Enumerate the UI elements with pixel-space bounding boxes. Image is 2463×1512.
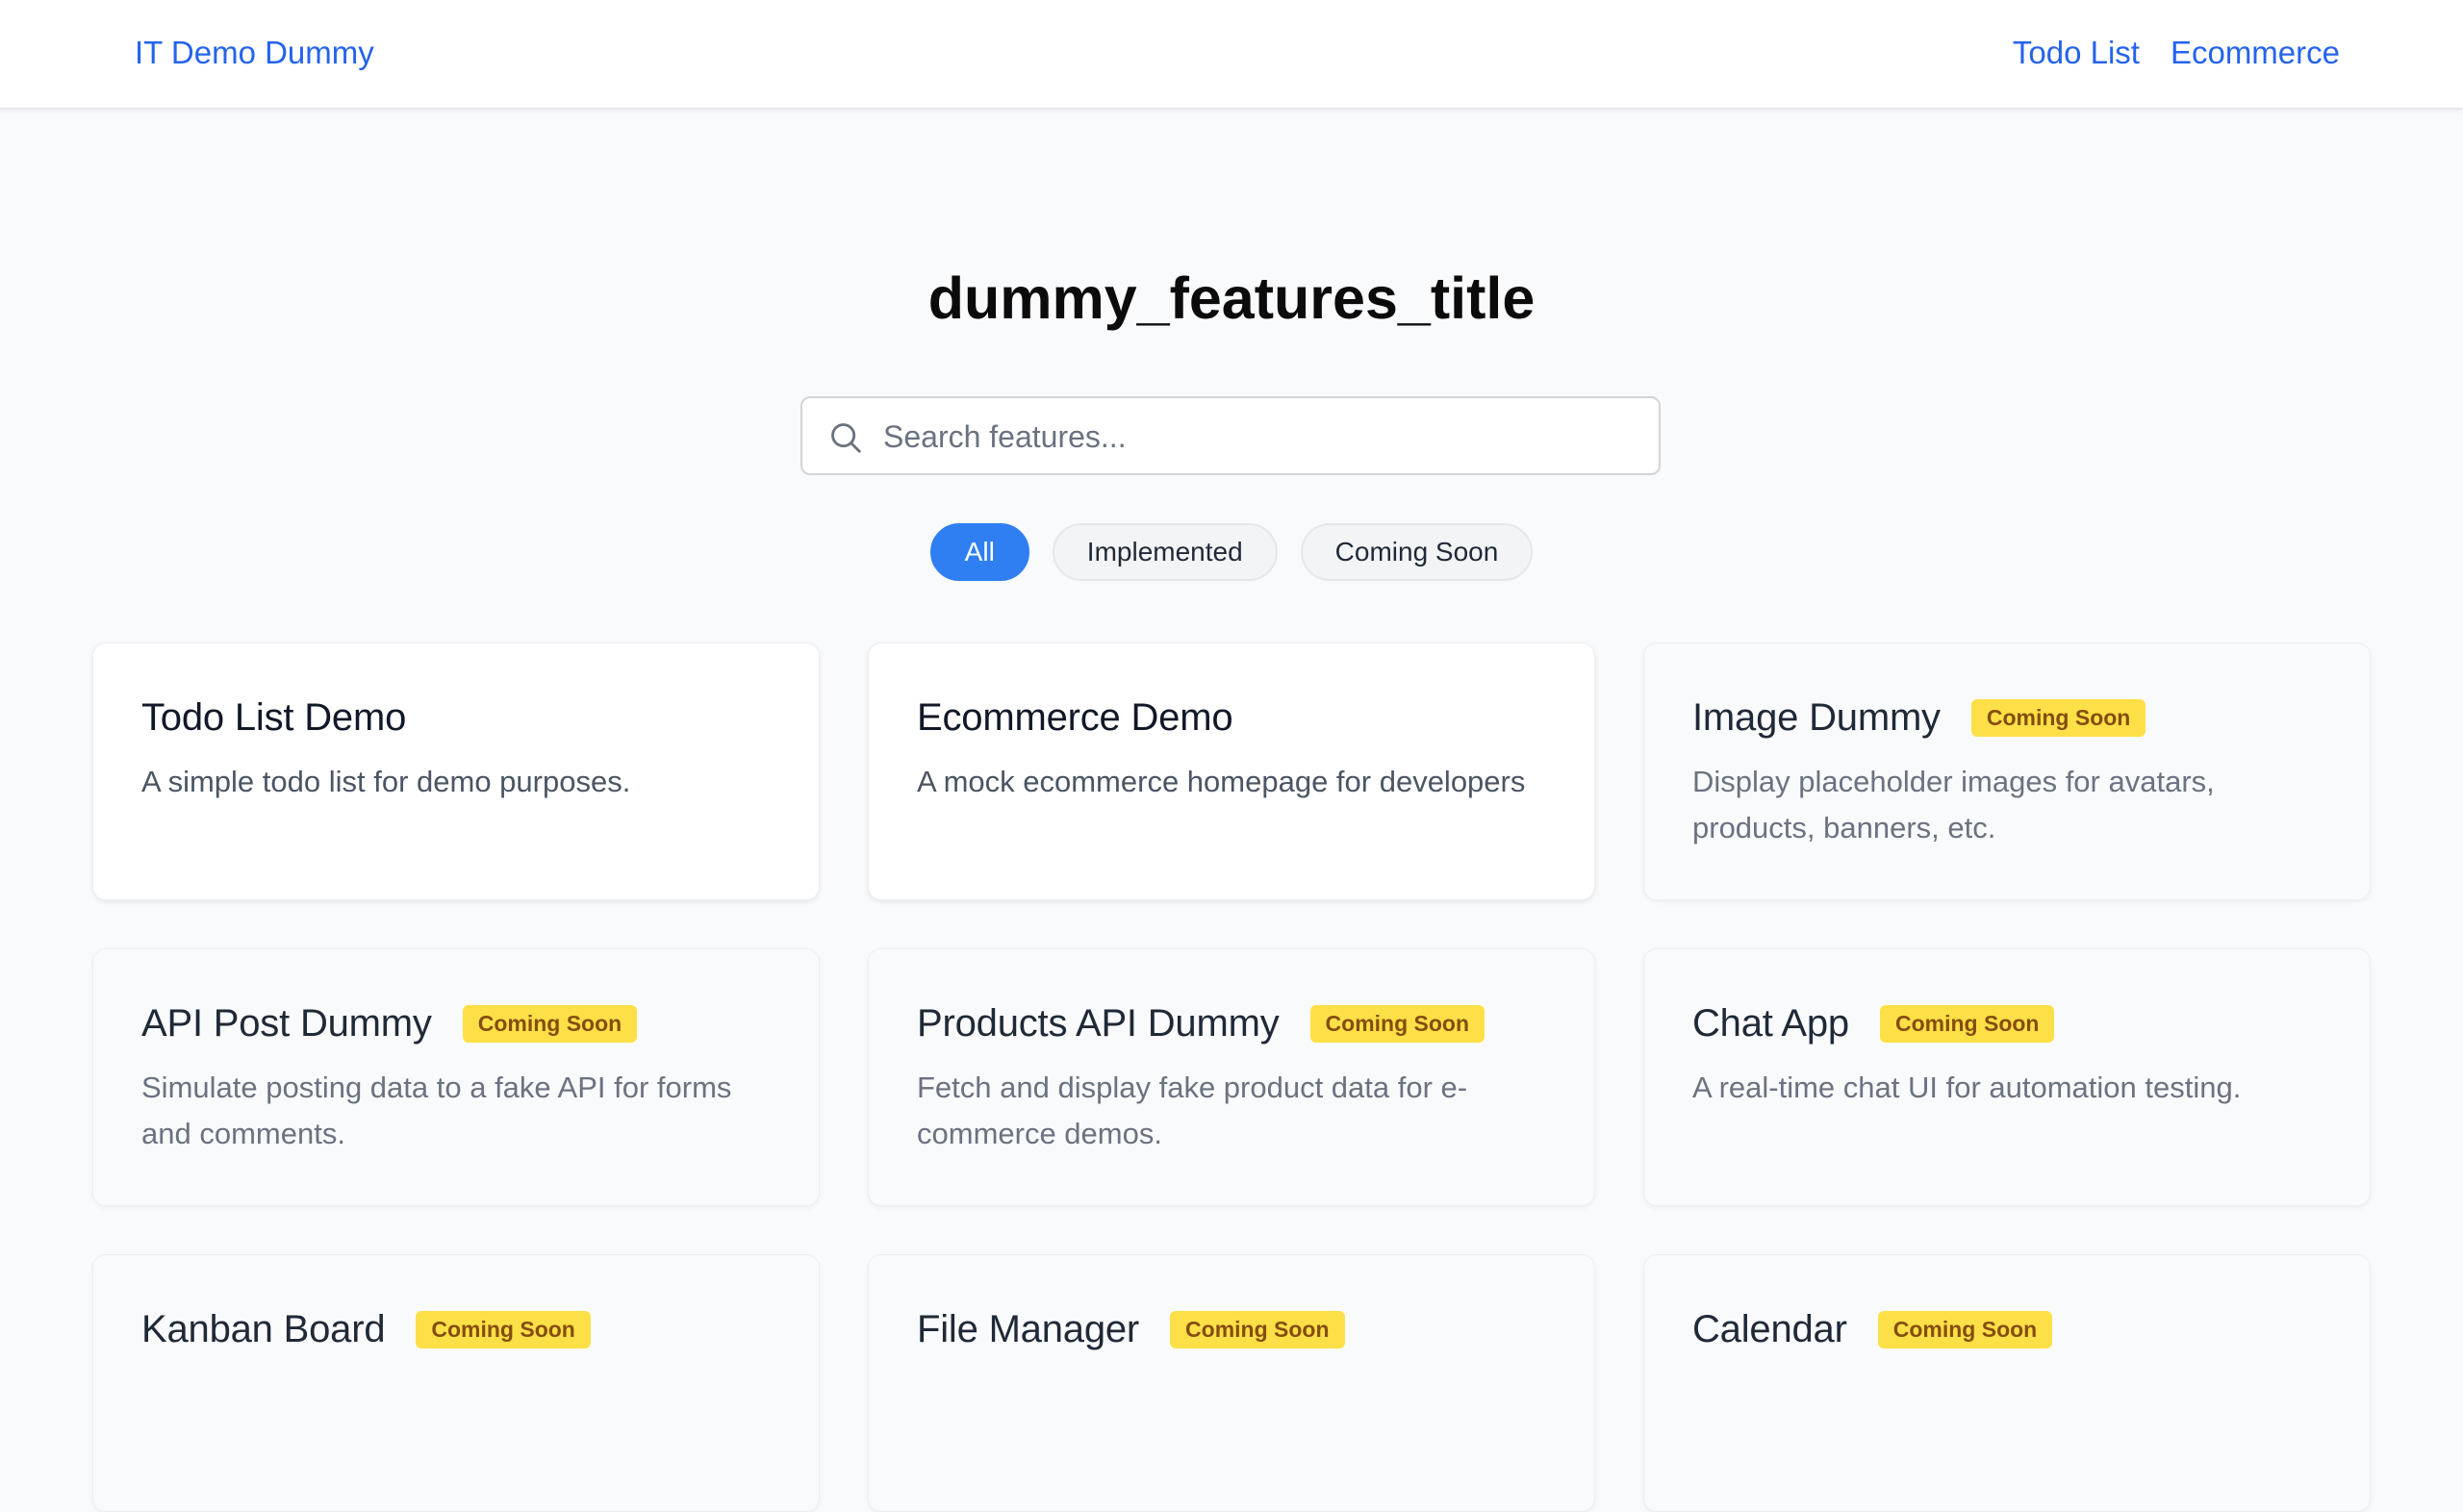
card-header: API Post Dummy Coming Soon <box>141 999 771 1047</box>
filter-coming-soon-button[interactable]: Coming Soon <box>1300 523 1534 581</box>
filter-implemented-button[interactable]: Implemented <box>1052 523 1278 581</box>
card-header: Calendar Coming Soon <box>1692 1305 2322 1353</box>
card-description: A simple todo list for demo purposes. <box>141 765 631 798</box>
feature-card-api-post-dummy[interactable]: API Post Dummy Coming Soon Simulate post… <box>92 948 820 1206</box>
feature-card-chat-app[interactable]: Chat App Coming Soon A real-time chat UI… <box>1643 948 2371 1206</box>
feature-card-ecommerce[interactable]: Ecommerce Demo A mock ecommerce homepage… <box>868 643 1595 900</box>
page-title: dummy_features_title <box>927 265 1536 331</box>
coming-soon-badge: Coming Soon <box>1170 1310 1345 1348</box>
card-description: Display placeholder images for avatars, … <box>1692 765 2215 844</box>
feature-grid: Todo List Demo A simple todo list for de… <box>92 643 2371 1512</box>
card-title: Todo List Demo <box>141 695 407 739</box>
coming-soon-badge: Coming Soon <box>1309 1004 1485 1043</box>
nav-link-todo-list[interactable]: Todo List <box>2013 35 2140 71</box>
card-description: Simulate posting data to a fake API for … <box>141 1071 732 1150</box>
coming-soon-badge: Coming Soon <box>1879 1004 2055 1043</box>
coming-soon-badge: Coming Soon <box>1877 1310 2053 1348</box>
card-title: Image Dummy <box>1692 695 1941 739</box>
card-description: A real-time chat UI for automation testi… <box>1692 1071 2242 1104</box>
card-header: Ecommerce Demo <box>917 693 1546 742</box>
card-header: Todo List Demo <box>141 693 771 742</box>
feature-card-kanban-board[interactable]: Kanban Board Coming Soon <box>92 1254 820 1512</box>
top-nav: Todo List Ecommerce <box>2013 35 2340 71</box>
card-title: API Post Dummy <box>141 1001 432 1045</box>
card-description: A mock ecommerce homepage for developers <box>917 765 1526 798</box>
feature-card-calendar[interactable]: Calendar Coming Soon <box>1643 1254 2371 1512</box>
brand-link[interactable]: IT Demo Dummy <box>135 35 374 71</box>
card-header: Chat App Coming Soon <box>1692 999 2322 1047</box>
card-header: Kanban Board Coming Soon <box>141 1305 771 1353</box>
top-navbar: IT Demo Dummy Todo List Ecommerce <box>0 0 2463 110</box>
card-title: Calendar <box>1692 1307 1847 1350</box>
feature-card-products-api-dummy[interactable]: Products API Dummy Coming Soon Fetch and… <box>868 948 1595 1206</box>
card-title: Ecommerce Demo <box>917 695 1233 739</box>
feature-card-file-manager[interactable]: File Manager Coming Soon <box>868 1254 1595 1512</box>
card-title: Products API Dummy <box>917 1001 1280 1045</box>
coming-soon-badge: Coming Soon <box>462 1004 638 1043</box>
card-title: File Manager <box>917 1307 1140 1350</box>
card-header: File Manager Coming Soon <box>917 1305 1546 1353</box>
search-box <box>800 396 1661 475</box>
feature-card-image-dummy[interactable]: Image Dummy Coming Soon Display placehol… <box>1643 643 2371 900</box>
feature-card-todo-list[interactable]: Todo List Demo A simple todo list for de… <box>92 643 820 900</box>
coming-soon-badge: Coming Soon <box>1970 698 2146 737</box>
card-title: Kanban Board <box>141 1307 386 1350</box>
card-header: Image Dummy Coming Soon <box>1692 693 2322 742</box>
card-description: Fetch and display fake product data for … <box>917 1071 1468 1150</box>
coming-soon-badge: Coming Soon <box>416 1310 591 1348</box>
search-icon <box>831 423 861 453</box>
card-title: Chat App <box>1692 1001 1849 1045</box>
filter-group: All Implemented Coming Soon <box>0 523 2463 581</box>
filter-all-button[interactable]: All <box>929 523 1029 581</box>
card-header: Products API Dummy Coming Soon <box>917 999 1546 1047</box>
nav-link-ecommerce[interactable]: Ecommerce <box>2171 35 2340 71</box>
search-input[interactable] <box>881 398 1645 475</box>
